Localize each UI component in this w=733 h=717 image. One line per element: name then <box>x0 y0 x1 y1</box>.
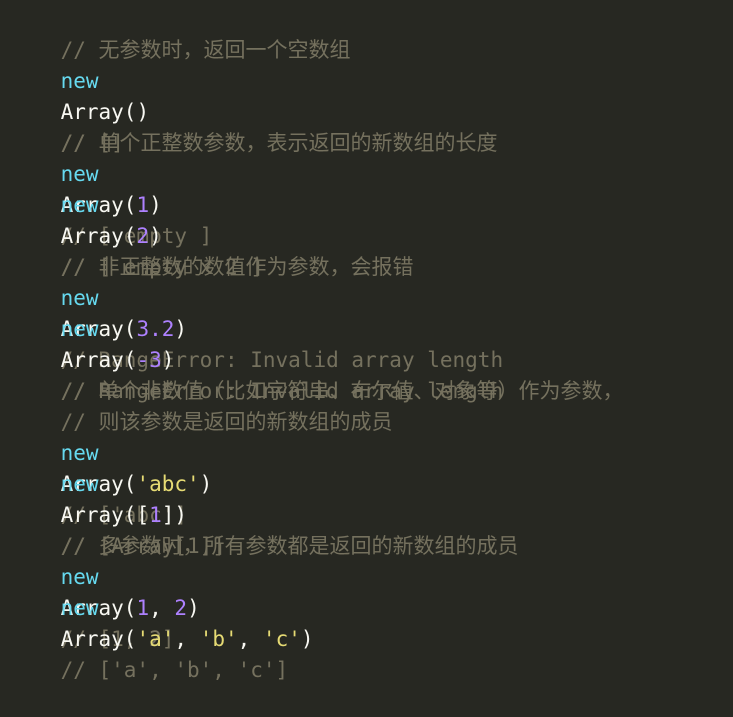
open-paren: ( <box>123 193 137 217</box>
number-arg: -3 <box>136 348 162 372</box>
string-arg: 'b' <box>199 627 238 651</box>
string-arg: 'a' <box>136 627 175 651</box>
open-paren: ( <box>123 472 137 496</box>
arg-separator: , <box>237 627 263 651</box>
inline-comment: // ['a', 'b', 'c'] <box>60 658 289 682</box>
comment-text: // 无参数时，返回一个空数组 <box>60 38 351 62</box>
open-paren: ( <box>123 627 137 651</box>
number-arg: 2 <box>136 224 150 248</box>
keyword-new: new <box>60 286 99 310</box>
constructor-name: Array <box>60 224 124 248</box>
keyword-new: new <box>60 317 99 341</box>
close-paren: ) <box>136 100 150 124</box>
comment-text: // 单个正整数参数，表示返回的新数组的长度 <box>60 131 498 155</box>
keyword-new: new <box>60 69 99 93</box>
close-paren: ) <box>199 472 213 496</box>
comment-text: // 多参数时，所有参数都是返回的新数组的成员 <box>60 534 519 558</box>
keyword-new: new <box>60 162 99 186</box>
code-line: new Array(-3) // RangeError: Invalid arr… <box>10 283 733 403</box>
keyword-new: new <box>60 565 99 589</box>
close-paren: ) <box>161 348 175 372</box>
number-arg: 3.2 <box>136 317 175 341</box>
constructor-name: Array <box>60 100 124 124</box>
close-paren: ) <box>149 193 162 217</box>
close-paren: ) <box>149 224 162 248</box>
keyword-new: new <box>60 596 99 620</box>
keyword-new: new <box>60 193 99 217</box>
code-line: new Array([1]) // [Array[1]] <box>10 438 733 558</box>
code-line-comment: // 无参数时，返回一个空数组 <box>10 4 733 62</box>
close-paren: ) <box>187 596 200 620</box>
number-arg: 1 <box>149 503 162 527</box>
open-paren: ( <box>123 317 137 341</box>
string-arg: 'c' <box>262 627 301 651</box>
number-arg: 1 <box>136 596 150 620</box>
keyword-new: new <box>60 472 99 496</box>
keyword-new: new <box>60 441 99 465</box>
code-editor[interactable]: // 无参数时，返回一个空数组 new Array() // [] // 单个正… <box>0 0 733 682</box>
close-paren: ) <box>174 317 188 341</box>
arg-separator: , <box>174 627 200 651</box>
arg-separator: , <box>149 596 175 620</box>
close-paren: ) <box>300 627 314 651</box>
open-bracket: ([ <box>123 503 150 527</box>
code-line: new Array(2) // [ empty x 2 ] <box>10 159 733 279</box>
string-arg: 'abc' <box>136 472 200 496</box>
comment-text: // 单个非数值（比如字符串、布尔值、对象等）作为参数， <box>60 379 624 403</box>
comment-text: // 则该参数是返回的新数组的成员 <box>60 410 393 434</box>
open-paren: ( <box>123 348 137 372</box>
number-arg: 1 <box>136 193 150 217</box>
open-paren: ( <box>123 596 137 620</box>
constructor-name: Array <box>60 348 124 372</box>
number-arg: 2 <box>174 596 188 620</box>
comment-text: // 非正整数的数值作为参数，会报错 <box>60 255 414 279</box>
open-paren: ( <box>123 100 137 124</box>
close-bracket: ]) <box>161 503 188 527</box>
open-paren: ( <box>123 224 137 248</box>
code-line: new Array('a', 'b', 'c') // ['a', 'b', '… <box>10 562 733 682</box>
constructor-name: Array <box>60 503 124 527</box>
constructor-name: Array <box>60 627 124 651</box>
